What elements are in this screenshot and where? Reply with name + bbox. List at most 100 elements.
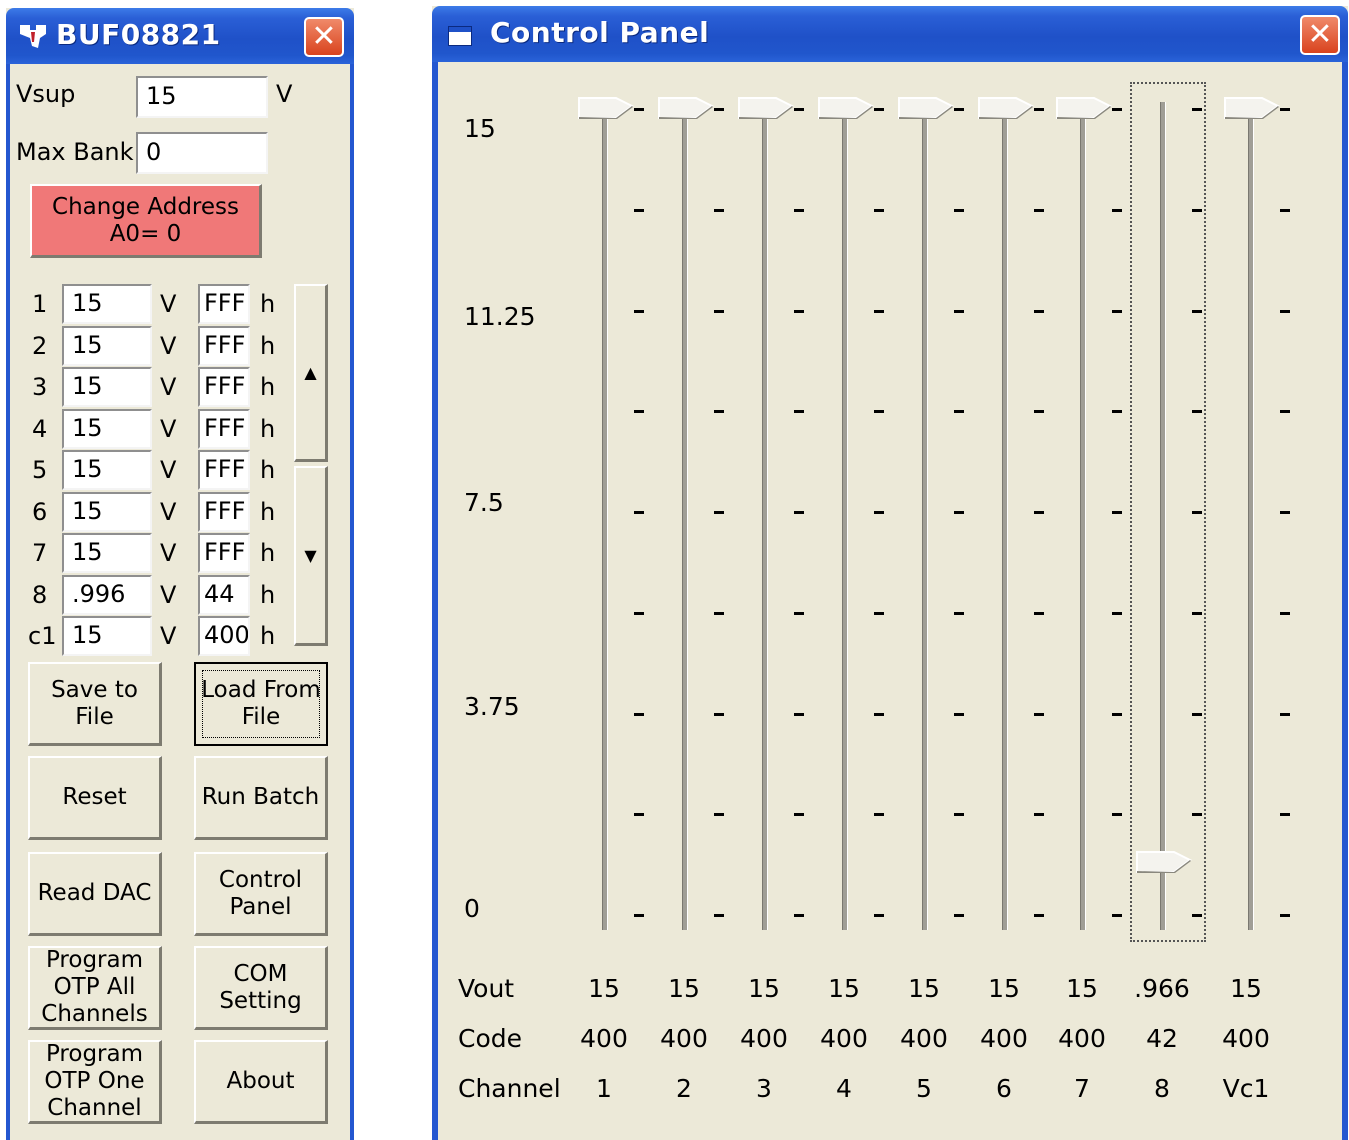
channel-hex-input[interactable]: 44	[198, 575, 250, 615]
slider-vout-value: 15	[588, 974, 620, 1003]
close-icon[interactable]: ✕	[1300, 15, 1340, 55]
slider-tick	[1112, 511, 1122, 514]
slider-tick	[634, 713, 644, 716]
slider-thumb[interactable]	[1136, 850, 1192, 874]
scale-label: 3.75	[464, 692, 520, 721]
slider-track[interactable]	[842, 102, 848, 930]
channel-hex-input[interactable]: FFF	[198, 326, 250, 366]
slider-tick	[1112, 713, 1122, 716]
slider-tick	[1112, 813, 1122, 816]
slider-tick	[1280, 410, 1290, 413]
channel-volts-input[interactable]: 15	[62, 284, 152, 324]
program-otp-one-button[interactable]: Program OTP One Channel	[28, 1040, 162, 1124]
reset-button[interactable]: Reset	[28, 756, 162, 840]
slider-tick	[634, 511, 644, 514]
slider-thumb[interactable]	[738, 96, 794, 120]
scroll-down-button[interactable]: ▼	[294, 466, 328, 646]
vsup-input[interactable]: 15	[136, 76, 268, 118]
slider-vout-value: 15	[828, 974, 860, 1003]
channel-id-label: 4	[32, 415, 48, 443]
slider-tick	[1192, 410, 1202, 413]
slider-tick	[874, 108, 884, 111]
channel-volts-input[interactable]: 15	[62, 326, 152, 366]
channel-hex-suffix: h	[260, 373, 276, 401]
about-button[interactable]: About	[194, 1040, 328, 1124]
slider-track[interactable]	[602, 102, 608, 930]
slider-tick	[794, 813, 804, 816]
save-to-file-button[interactable]: Save to File	[28, 662, 162, 746]
slider-tick	[794, 713, 804, 716]
channel-id-label: 8	[32, 581, 48, 609]
slider-tick	[954, 310, 964, 313]
slider-code-value: 400	[1222, 1024, 1270, 1053]
channel-hex-suffix: h	[260, 456, 276, 484]
read-dac-button[interactable]: Read DAC	[28, 852, 162, 936]
slider-track[interactable]	[1160, 102, 1166, 930]
slider-code-value: 400	[1058, 1024, 1106, 1053]
channel-hex-input[interactable]: FFF	[198, 284, 250, 324]
slider-thumb[interactable]	[978, 96, 1034, 120]
close-icon[interactable]: ✕	[304, 17, 344, 57]
slider-thumb[interactable]	[1056, 96, 1112, 120]
channel-volts-input[interactable]: 15	[62, 450, 152, 490]
channel-hex-input[interactable]: 400	[198, 616, 250, 656]
run-batch-button[interactable]: Run Batch	[194, 756, 328, 840]
slider-thumb[interactable]	[658, 96, 714, 120]
window-border-left	[6, 64, 10, 1140]
slider-tick	[954, 813, 964, 816]
slider-track[interactable]	[1248, 102, 1254, 930]
channel-hex-input[interactable]: FFF	[198, 533, 250, 573]
com-setting-button[interactable]: COM Setting	[194, 946, 328, 1030]
slider-channel-value: 7	[1074, 1074, 1090, 1103]
channel-hex-input[interactable]: FFF	[198, 450, 250, 490]
channel-hex-input[interactable]: FFF	[198, 492, 250, 532]
slider-track[interactable]	[762, 102, 768, 930]
code-row-label: Code	[458, 1024, 523, 1053]
slider-track[interactable]	[1080, 102, 1086, 930]
channel-volts-unit: V	[160, 332, 177, 360]
channel-volts-input[interactable]: 15	[62, 533, 152, 573]
slider-tick	[794, 209, 804, 212]
channel-volts-input[interactable]: 15	[62, 492, 152, 532]
slider-tick	[634, 108, 644, 111]
slider-vout-value: 15	[1066, 974, 1098, 1003]
channel-hex-suffix: h	[260, 332, 276, 360]
channel-id-label: 7	[32, 539, 48, 567]
slider-tick	[1034, 914, 1044, 917]
channel-volts-input[interactable]: 15	[62, 409, 152, 449]
slider-thumb[interactable]	[818, 96, 874, 120]
channel-volts-unit: V	[160, 539, 177, 567]
change-address-button[interactable]: Change Address A0= 0	[30, 184, 262, 258]
slider-track[interactable]	[1002, 102, 1008, 930]
control-panel-button[interactable]: Control Panel	[194, 852, 328, 936]
control-panel-label: Control Panel	[218, 866, 303, 920]
vsup-unit: V	[276, 80, 293, 108]
slider-thumb[interactable]	[578, 96, 634, 120]
slider-channel-value: Vc1	[1222, 1074, 1270, 1103]
run-batch-label: Run Batch	[201, 784, 320, 810]
slider-tick	[1034, 410, 1044, 413]
channel-volts-input[interactable]: 15	[62, 367, 152, 407]
slider-tick	[794, 410, 804, 413]
max-bank-input[interactable]: 0	[136, 132, 268, 174]
program-otp-all-button[interactable]: Program OTP All Channels	[28, 946, 162, 1030]
vsup-label: Vsup	[16, 80, 76, 108]
slider-tick	[714, 914, 724, 917]
slider-thumb[interactable]	[898, 96, 954, 120]
channel-volts-unit: V	[160, 415, 177, 443]
slider-tick	[1280, 813, 1290, 816]
load-from-file-button[interactable]: Load From File	[194, 662, 328, 746]
slider-tick	[714, 410, 724, 413]
channel-volts-input[interactable]: .996	[62, 575, 152, 615]
slider-thumb[interactable]	[1224, 96, 1280, 120]
max-bank-label: Max Bank:	[16, 138, 142, 166]
channel-volts-input[interactable]: 15	[62, 616, 152, 656]
scroll-up-button[interactable]: ▲	[294, 284, 328, 462]
load-from-file-label: Load From File	[201, 677, 321, 730]
slider-tick	[1280, 914, 1290, 917]
channel-hex-input[interactable]: FFF	[198, 367, 250, 407]
slider-track[interactable]	[682, 102, 688, 930]
slider-track[interactable]	[922, 102, 928, 930]
slider-tick	[1192, 310, 1202, 313]
channel-hex-input[interactable]: FFF	[198, 409, 250, 449]
